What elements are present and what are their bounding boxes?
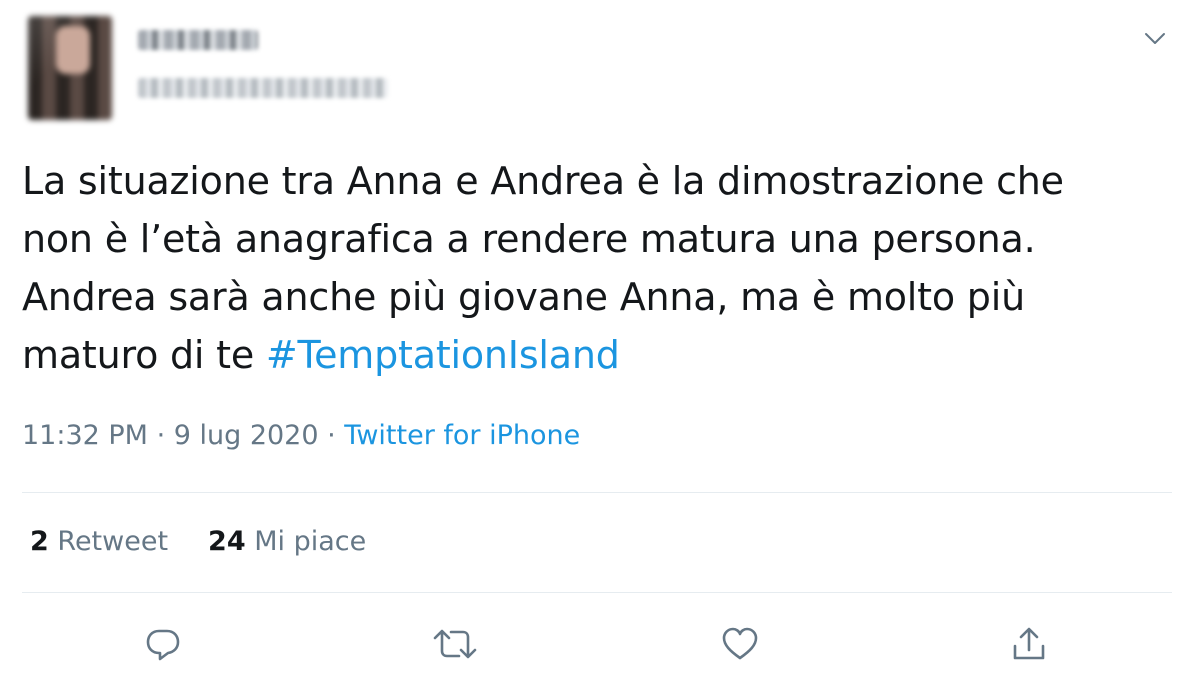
tweet-time[interactable]: 11:32 PM bbox=[22, 420, 148, 451]
retweet-button[interactable] bbox=[430, 622, 480, 666]
likes-label: Mi piace bbox=[254, 526, 367, 557]
avatar-face bbox=[56, 26, 90, 74]
heart-icon bbox=[722, 627, 758, 660]
tweet-metadata: 11:32 PM · 9 lug 2020 · Twitter for iPho… bbox=[22, 420, 580, 451]
divider bbox=[22, 492, 1172, 493]
like-button[interactable] bbox=[718, 622, 762, 666]
divider bbox=[22, 592, 1172, 593]
tweet-date[interactable]: 9 lug 2020 bbox=[174, 420, 319, 451]
tweet-source-link[interactable]: Twitter for iPhone bbox=[344, 420, 580, 451]
likes-stat[interactable]: 24 Mi piace bbox=[208, 526, 366, 557]
more-options-button[interactable] bbox=[1140, 24, 1170, 54]
retweets-count: 2 bbox=[30, 526, 49, 557]
meta-separator: · bbox=[318, 420, 345, 451]
retweets-stat[interactable]: 2 Retweet bbox=[30, 526, 168, 557]
reply-icon bbox=[146, 629, 180, 661]
chevron-down-icon bbox=[1145, 33, 1165, 44]
tweet-card: La situazione tra Anna e Andrea è la dim… bbox=[0, 0, 1200, 681]
hashtag-link[interactable]: #TemptationIsland bbox=[266, 333, 620, 377]
meta-separator: · bbox=[147, 420, 174, 451]
engagement-stats: 2 Retweet 24 Mi piace bbox=[30, 526, 366, 557]
retweet-icon bbox=[433, 629, 477, 659]
reply-button[interactable] bbox=[141, 622, 185, 666]
blurred-username[interactable] bbox=[138, 78, 388, 98]
share-icon bbox=[1013, 627, 1045, 660]
avatar[interactable] bbox=[28, 16, 112, 120]
blurred-display-name[interactable] bbox=[138, 30, 258, 50]
retweets-label: Retweet bbox=[57, 526, 169, 557]
tweet-text: La situazione tra Anna e Andrea è la dim… bbox=[22, 152, 1182, 384]
share-button[interactable] bbox=[1007, 622, 1051, 666]
likes-count: 24 bbox=[208, 526, 246, 557]
